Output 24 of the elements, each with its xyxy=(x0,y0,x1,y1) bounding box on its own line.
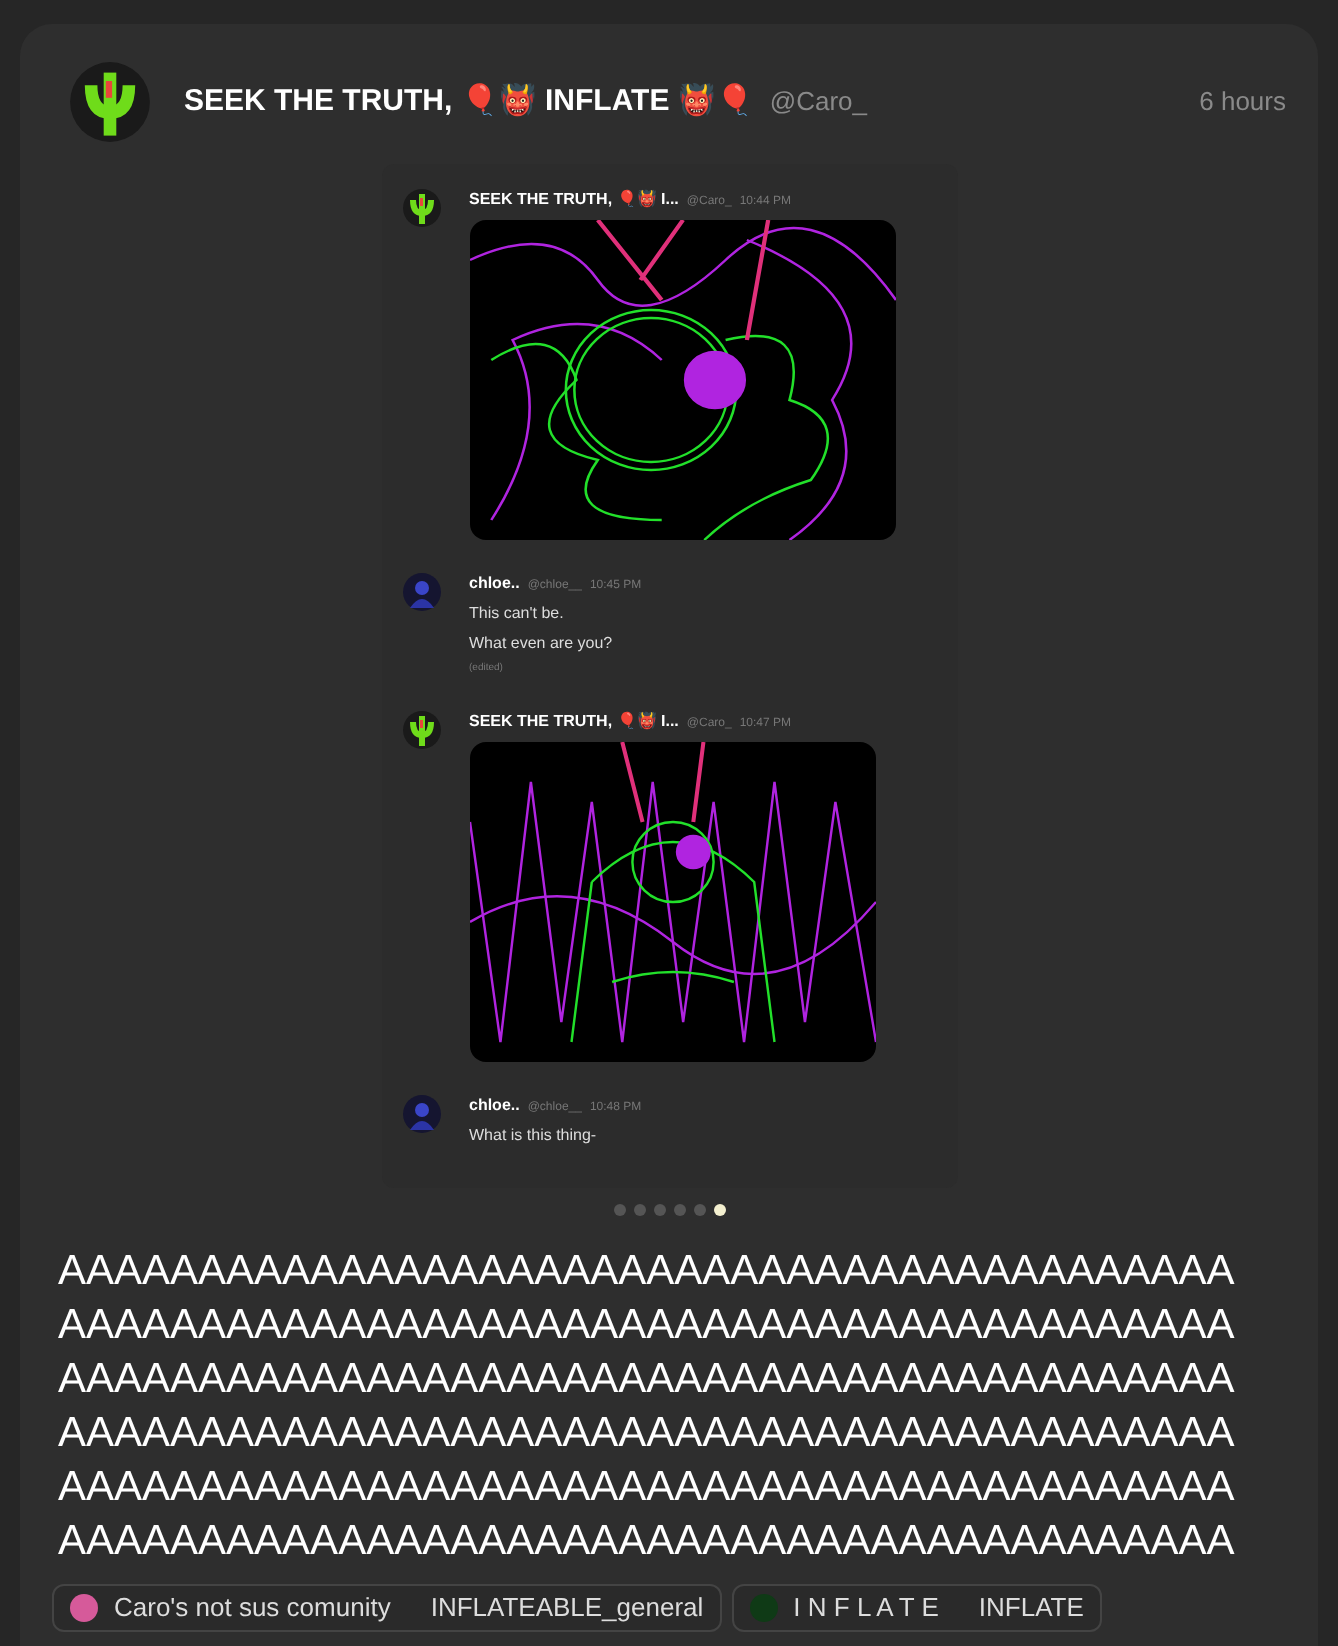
post-time: 6 hours xyxy=(1199,84,1286,121)
avatar-icon xyxy=(68,60,152,144)
message-text: What is this thing- xyxy=(469,1123,599,1147)
avatar-icon xyxy=(401,572,441,612)
avatar-icon xyxy=(401,188,441,228)
author-handle[interactable]: @Caro_ xyxy=(769,82,867,122)
message-text: What even are you? xyxy=(469,632,615,656)
community-tag[interactable]: Caro's not sus comunity INFLATEABLE_general xyxy=(52,1584,722,1632)
message-author[interactable]: chloe.. xyxy=(469,572,520,596)
message-text: This can't be. xyxy=(469,602,566,626)
community-icon xyxy=(70,1594,98,1622)
community-tag[interactable]: I N F L A T E INFLATE xyxy=(731,1584,1102,1632)
community-name: Caro's not sus comunity xyxy=(114,1590,391,1627)
avatar-icon xyxy=(401,709,441,749)
channel-name: INFLATE xyxy=(978,1590,1084,1627)
message-author[interactable]: SEEK THE TRUTH, 🎈👹 I... xyxy=(469,188,679,212)
post-body: AAAAAAAAAAAAAAAAAAAAAAAAAAAAAAAAAAAAAAAAAAAAAAAAAAAAAAAAAAAAAAAAAAAAAAAAAAAAAAAAAAAAAAAAAAAAAAAAAAAAAAAAAAAAAAAAAAAAAAAAAAAAAAAAAAAAAAAAAAAAAAAAAAAAAAAAAAAAAAAAAAAAAAAAAAAAAAAAAAAAAAAAAAAAAAAAAAAAAAAAAAAAAAAAAAAAAAAAAAAAAAAAAAAAAAAAAAAAAAAAAAAAAAAAAAAA xyxy=(56,1246,1237,1568)
channel-name: INFLATEABLE_general xyxy=(430,1590,704,1627)
author-name[interactable]: SEEK THE TRUTH, 🎈👹 INFLATE 👹🎈 xyxy=(184,79,754,125)
message-author[interactable]: SEEK THE TRUTH, 🎈👹 I... xyxy=(469,709,679,733)
message-author[interactable]: chloe.. xyxy=(469,1093,520,1117)
community-icon xyxy=(749,1594,778,1622)
avatar-icon xyxy=(401,1093,441,1133)
community-name: I N F L A T E xyxy=(793,1590,939,1627)
